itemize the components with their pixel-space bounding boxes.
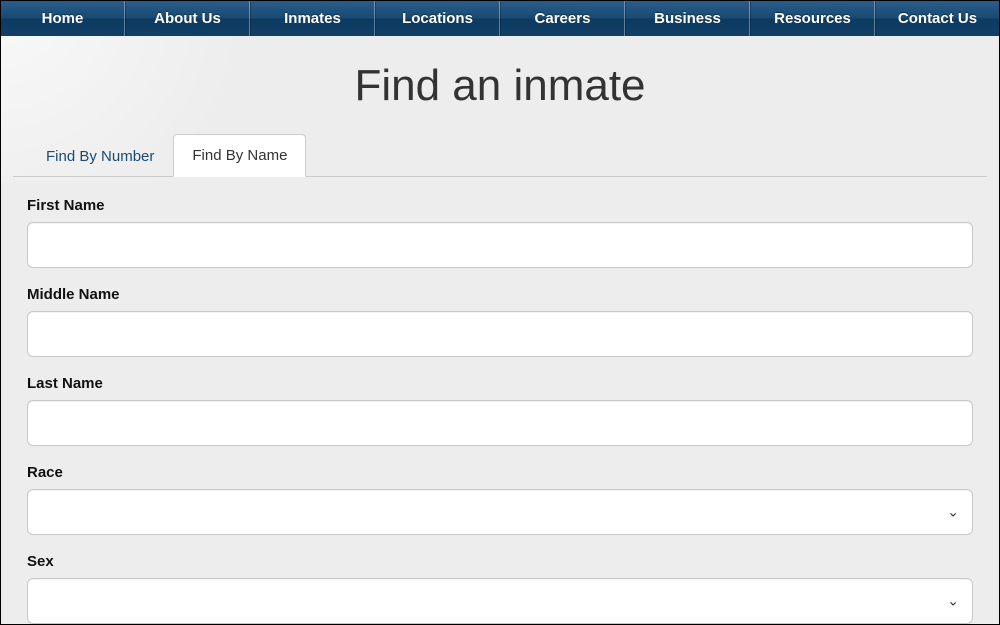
middle-name-label: Middle Name xyxy=(27,286,973,303)
tab-find-by-name[interactable]: Find By Name xyxy=(173,134,306,177)
nav-about-us[interactable]: About Us xyxy=(125,1,250,36)
sex-select[interactable] xyxy=(27,578,973,624)
first-name-label: First Name xyxy=(27,197,973,214)
nav-contact-us[interactable]: Contact Us xyxy=(875,1,999,36)
nav-resources[interactable]: Resources xyxy=(750,1,875,36)
sex-group: Sex ⌄ xyxy=(27,553,973,624)
middle-name-input[interactable] xyxy=(27,311,973,357)
first-name-group: First Name xyxy=(27,197,973,268)
race-label: Race xyxy=(27,464,973,481)
nav-locations[interactable]: Locations xyxy=(375,1,500,36)
content-area: Find an inmate Find By Number Find By Na… xyxy=(1,61,999,624)
last-name-input[interactable] xyxy=(27,400,973,446)
search-tabs: Find By Number Find By Name xyxy=(13,133,987,177)
top-nav: Home About Us Inmates Locations Careers … xyxy=(1,1,999,36)
middle-name-group: Middle Name xyxy=(27,286,973,357)
tab-find-by-number[interactable]: Find By Number xyxy=(27,135,173,177)
nav-inmates[interactable]: Inmates xyxy=(250,1,375,36)
nav-home[interactable]: Home xyxy=(1,1,125,36)
first-name-input[interactable] xyxy=(27,222,973,268)
nav-careers[interactable]: Careers xyxy=(500,1,625,36)
last-name-label: Last Name xyxy=(27,375,973,392)
page-title: Find an inmate xyxy=(13,61,987,111)
race-group: Race ⌄ xyxy=(27,464,973,535)
last-name-group: Last Name xyxy=(27,375,973,446)
sex-label: Sex xyxy=(27,553,973,570)
search-form: First Name Middle Name Last Name Race ⌄ … xyxy=(13,197,987,624)
race-select[interactable] xyxy=(27,489,973,535)
nav-business[interactable]: Business xyxy=(625,1,750,36)
